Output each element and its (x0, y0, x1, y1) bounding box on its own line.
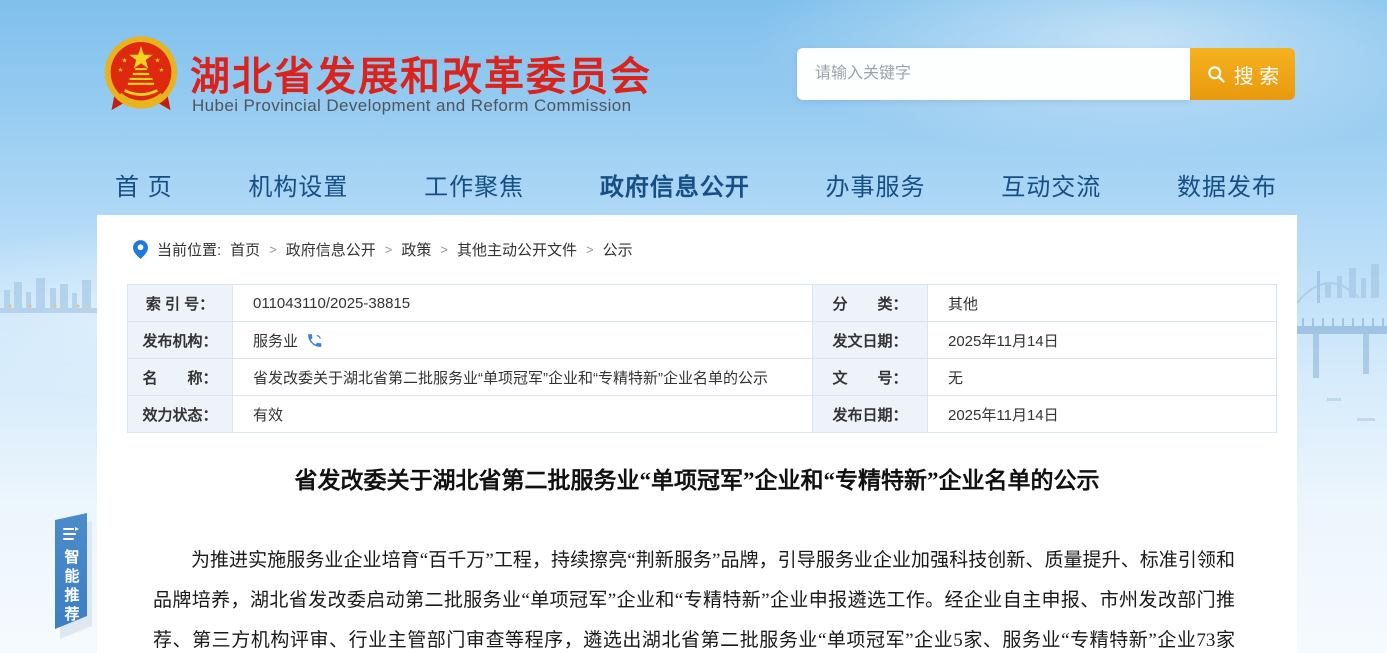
nav-item-data-release[interactable]: 数据发布 (1177, 167, 1277, 202)
main-nav: 首 页 机构设置 工作聚焦 政府信息公开 办事服务 互动交流 数据发布 (97, 158, 1297, 210)
nav-item-gov-info-disclosure[interactable]: 政府信息公开 (600, 167, 750, 202)
meta-value-index-number: 011043110/2025-38815 (233, 285, 813, 322)
site-subtitle: Hubei Provincial Development and Reform … (192, 96, 632, 116)
location-pin-icon (133, 240, 148, 259)
article-paragraph: 为推进实施服务业企业培育“百千万”工程，持续擦亮“荆新服务”品牌，引导服务业企业… (153, 541, 1235, 653)
meta-label-validity: 效力状态： (128, 396, 233, 433)
table-row: 索 引 号： 011043110/2025-38815 分 类： 其他 (128, 285, 1277, 322)
breadcrumb-home[interactable]: 首页 (230, 239, 260, 260)
document-meta-table: 索 引 号： 011043110/2025-38815 分 类： 其他 发布机构… (127, 284, 1277, 433)
side-tab-label: 智能推荐 (61, 549, 82, 625)
background-skyline-art (0, 268, 97, 338)
meta-value-issue-date: 2025年11月14日 (928, 322, 1277, 359)
meta-label-publisher: 发布机构： (128, 322, 233, 359)
search-button[interactable]: 搜 索 (1190, 48, 1295, 100)
meta-value-doc-number: 无 (928, 359, 1277, 396)
background-bridge-art (1297, 248, 1387, 508)
breadcrumb-separator: > (586, 242, 594, 257)
meta-label-issue-date: 发文日期： (813, 322, 928, 359)
breadcrumb-label: 当前位置: (157, 239, 221, 260)
meta-value-publish-date: 2025年11月14日 (928, 396, 1277, 433)
nav-item-interaction[interactable]: 互动交流 (1001, 167, 1101, 202)
smart-recommend-tab[interactable]: 智能推荐 (55, 513, 87, 629)
breadcrumb-gov-info[interactable]: 政府信息公开 (286, 239, 376, 260)
list-arrow-icon (63, 527, 79, 541)
table-row: 效力状态： 有效 发布日期： 2025年11月14日 (128, 396, 1277, 433)
breadcrumb: 当前位置: 首页 > 政府信息公开 > 政策 > 其他主动公开文件 > 公示 (133, 239, 633, 260)
search-box: 搜 索 (797, 48, 1295, 100)
site-header: 湖北省发展和改革委员会 Hubei Provincial Development… (97, 0, 1297, 150)
breadcrumb-announcement[interactable]: 公示 (603, 239, 633, 260)
breadcrumb-policy[interactable]: 政策 (401, 239, 431, 260)
nav-item-work-focus[interactable]: 工作聚焦 (424, 167, 524, 202)
table-row: 名 称： 省发改委关于湖北省第二批服务业“单项冠军”企业和“专精特新”企业名单的… (128, 359, 1277, 396)
breadcrumb-separator: > (440, 242, 448, 257)
phone-icon[interactable] (306, 332, 323, 349)
breadcrumb-separator: > (385, 242, 393, 257)
breadcrumb-other-files[interactable]: 其他主动公开文件 (457, 239, 577, 260)
meta-label-title: 名 称： (128, 359, 233, 396)
search-input[interactable] (797, 48, 1190, 100)
search-button-label: 搜 索 (1234, 60, 1280, 89)
site-title: 湖北省发展和改革委员会 (190, 44, 652, 102)
nav-item-home[interactable]: 首 页 (115, 167, 173, 202)
nav-item-services[interactable]: 办事服务 (826, 167, 926, 202)
meta-label-doc-number: 文 号： (813, 359, 928, 396)
publisher-name: 服务业 (253, 330, 298, 351)
meta-label-index-number: 索 引 号： (128, 285, 233, 322)
meta-value-validity: 有效 (233, 396, 813, 433)
national-emblem-logo (100, 32, 182, 116)
article-title: 省发改委关于湖北省第二批服务业“单项冠军”企业和“专精特新”企业名单的公示 (97, 461, 1297, 495)
breadcrumb-separator: > (269, 242, 277, 257)
meta-value-publisher: 服务业 (233, 322, 813, 359)
page: 湖北省发展和改革委员会 Hubei Provincial Development… (0, 0, 1387, 653)
search-icon (1206, 64, 1226, 84)
meta-value-title: 省发改委关于湖北省第二批服务业“单项冠军”企业和“专精特新”企业名单的公示 (233, 359, 813, 396)
meta-value-category: 其他 (928, 285, 1277, 322)
meta-label-category: 分 类： (813, 285, 928, 322)
content-panel: 当前位置: 首页 > 政府信息公开 > 政策 > 其他主动公开文件 > 公示 索… (97, 215, 1297, 653)
table-row: 发布机构： 服务业 发文日期： 2025年11月14日 (128, 322, 1277, 359)
meta-label-publish-date: 发布日期： (813, 396, 928, 433)
nav-item-organization[interactable]: 机构设置 (248, 167, 348, 202)
